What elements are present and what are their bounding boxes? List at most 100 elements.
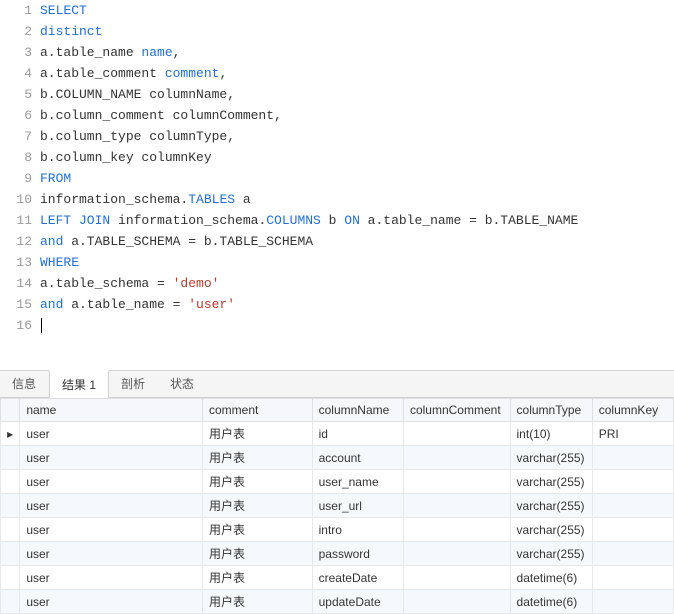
cell-columnname[interactable]: id — [312, 422, 403, 446]
cell-columntype[interactable]: datetime(6) — [510, 590, 592, 614]
line-number: 2 — [0, 21, 32, 42]
grid-header-columntype[interactable]: columnType — [510, 399, 592, 422]
cell-columntype[interactable]: varchar(255) — [510, 446, 592, 470]
cell-name[interactable]: user — [20, 590, 203, 614]
code-content[interactable]: SELECT distinct a.table_name name, a.tab… — [40, 0, 674, 365]
grid-header-name[interactable]: name — [20, 399, 203, 422]
token-text: b.COLUMN_NAME columnName, — [40, 87, 235, 102]
cell-comment[interactable]: 用户表 — [203, 422, 313, 446]
cell-columnname[interactable]: user_url — [312, 494, 403, 518]
cell-name[interactable]: user — [20, 542, 203, 566]
grid-header-columnname[interactable]: columnName — [312, 399, 403, 422]
cell-columncomment[interactable] — [403, 494, 510, 518]
cell-comment[interactable]: 用户表 — [203, 446, 313, 470]
cell-comment[interactable]: 用户表 — [203, 590, 313, 614]
token-text: a.table_name = b.TABLE_NAME — [360, 213, 578, 228]
line-number: 12 — [0, 231, 32, 252]
cell-comment[interactable]: 用户表 — [203, 470, 313, 494]
cell-columntype[interactable]: varchar(255) — [510, 494, 592, 518]
table-row[interactable]: user用户表user_url varchar(255) — [1, 494, 674, 518]
token-text: a.table_name = — [63, 297, 188, 312]
table-row[interactable]: user用户表updateDate datetime(6) — [1, 590, 674, 614]
grid-header-columncomment[interactable]: columnComment — [403, 399, 510, 422]
cell-columncomment[interactable] — [403, 566, 510, 590]
cell-columntype[interactable]: varchar(255) — [510, 470, 592, 494]
token-keyword: FROM — [40, 171, 71, 186]
cell-columncomment[interactable] — [403, 542, 510, 566]
tab-info[interactable]: 信息 — [0, 371, 49, 397]
cell-columntype[interactable]: int(10) — [510, 422, 592, 446]
cell-comment[interactable]: 用户表 — [203, 494, 313, 518]
token-string: 'user' — [188, 297, 235, 312]
cell-name[interactable]: user — [20, 446, 203, 470]
sql-editor[interactable]: 12345678910111213141516 SELECT distinct … — [0, 0, 674, 365]
token-table: COLUMNS — [266, 213, 321, 228]
table-row[interactable]: user用户表user_name varchar(255) — [1, 470, 674, 494]
token-keyword: and — [40, 234, 63, 249]
tab-result1[interactable]: 结果 1 — [49, 370, 109, 398]
line-number: 10 — [0, 189, 32, 210]
cell-columnname[interactable]: updateDate — [312, 590, 403, 614]
token-text: a.table_comment — [40, 66, 165, 81]
cell-columnkey[interactable] — [592, 542, 673, 566]
cell-columncomment[interactable] — [403, 518, 510, 542]
token-text: , — [219, 66, 227, 81]
tab-status[interactable]: 状态 — [158, 371, 207, 397]
grid-row-marker-header — [1, 399, 20, 422]
cell-columncomment[interactable] — [403, 470, 510, 494]
line-number: 7 — [0, 126, 32, 147]
token-keyword: SELECT — [40, 3, 87, 18]
text-caret — [41, 318, 42, 333]
cell-columnname[interactable]: password — [312, 542, 403, 566]
token-keyword: ON — [344, 213, 360, 228]
cell-comment[interactable]: 用户表 — [203, 518, 313, 542]
cell-name[interactable]: user — [20, 494, 203, 518]
cell-columnname[interactable]: createDate — [312, 566, 403, 590]
cell-name[interactable]: user — [20, 470, 203, 494]
cell-columnkey[interactable] — [592, 590, 673, 614]
cell-columncomment[interactable] — [403, 446, 510, 470]
cell-columntype[interactable]: varchar(255) — [510, 542, 592, 566]
line-number: 6 — [0, 105, 32, 126]
cell-name[interactable]: user — [20, 518, 203, 542]
cell-columnkey[interactable] — [592, 470, 673, 494]
cell-columnkey[interactable] — [592, 518, 673, 542]
cell-columnname[interactable]: intro — [312, 518, 403, 542]
line-number: 5 — [0, 84, 32, 105]
cell-columnkey[interactable] — [592, 446, 673, 470]
token-text: a — [235, 192, 251, 207]
cell-columncomment[interactable] — [403, 422, 510, 446]
results-grid[interactable]: name comment columnName columnComment co… — [0, 398, 674, 614]
row-marker — [1, 542, 20, 566]
row-marker — [1, 494, 20, 518]
token-text: b.column_key columnKey — [40, 150, 212, 165]
grid-header-columnkey[interactable]: columnKey — [592, 399, 673, 422]
table-row[interactable]: user用户表intro varchar(255) — [1, 518, 674, 542]
cell-name[interactable]: user — [20, 422, 203, 446]
cell-name[interactable]: user — [20, 566, 203, 590]
row-marker — [1, 590, 20, 614]
tab-profile[interactable]: 剖析 — [109, 371, 158, 397]
cell-columntype[interactable]: varchar(255) — [510, 518, 592, 542]
grid-header-comment[interactable]: comment — [203, 399, 313, 422]
token-alias: comment — [165, 66, 220, 81]
table-row[interactable]: user用户表password varchar(255) — [1, 542, 674, 566]
token-text: b.column_type columnType, — [40, 129, 235, 144]
token-alias: name — [141, 45, 172, 60]
cell-columncomment[interactable] — [403, 590, 510, 614]
cell-comment[interactable]: 用户表 — [203, 566, 313, 590]
token-keyword: LEFT JOIN — [40, 213, 110, 228]
cell-columnname[interactable]: account — [312, 446, 403, 470]
cell-columnkey[interactable] — [592, 494, 673, 518]
table-row[interactable]: user用户表createDate datetime(6) — [1, 566, 674, 590]
table-row[interactable]: user用户表account varchar(255) — [1, 446, 674, 470]
table-row[interactable]: ▸user用户表idint(10)PRI — [1, 422, 674, 446]
token-text: a.table_name — [40, 45, 141, 60]
cell-columnkey[interactable] — [592, 566, 673, 590]
cell-columnkey[interactable]: PRI — [592, 422, 673, 446]
cell-comment[interactable]: 用户表 — [203, 542, 313, 566]
token-keyword: WHERE — [40, 255, 79, 270]
results-grid-body: ▸user用户表idint(10)PRIuser用户表accountvarcha… — [1, 422, 674, 614]
cell-columntype[interactable]: datetime(6) — [510, 566, 592, 590]
cell-columnname[interactable]: user_name — [312, 470, 403, 494]
